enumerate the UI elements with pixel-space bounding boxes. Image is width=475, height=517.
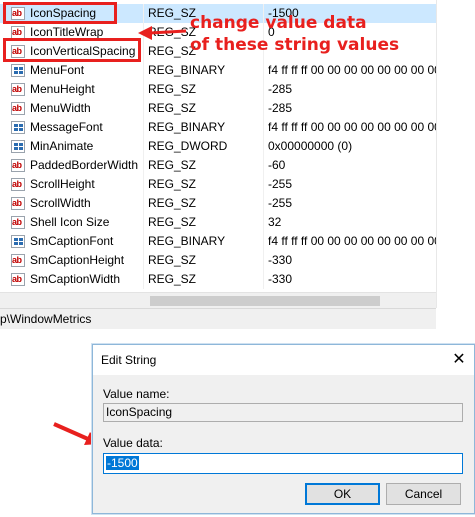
close-icon[interactable]: ✕	[446, 347, 472, 373]
ok-button[interactable]: OK	[305, 483, 380, 505]
value-data-input[interactable]: -1500	[103, 453, 463, 474]
dialog-title: Edit String	[101, 353, 157, 367]
cancel-button[interactable]: Cancel	[386, 483, 461, 505]
value-data-label: Value data:	[103, 436, 163, 450]
dialog-title-bar[interactable]: Edit String ✕	[93, 345, 474, 375]
edit-string-dialog: Edit String ✕ Value name: IconSpacing Va…	[92, 344, 475, 514]
value-data-text: -1500	[106, 456, 139, 470]
value-name-label: Value name:	[103, 387, 170, 401]
value-name-field: IconSpacing	[103, 403, 463, 422]
arrow-to-list-icon	[138, 26, 187, 40]
